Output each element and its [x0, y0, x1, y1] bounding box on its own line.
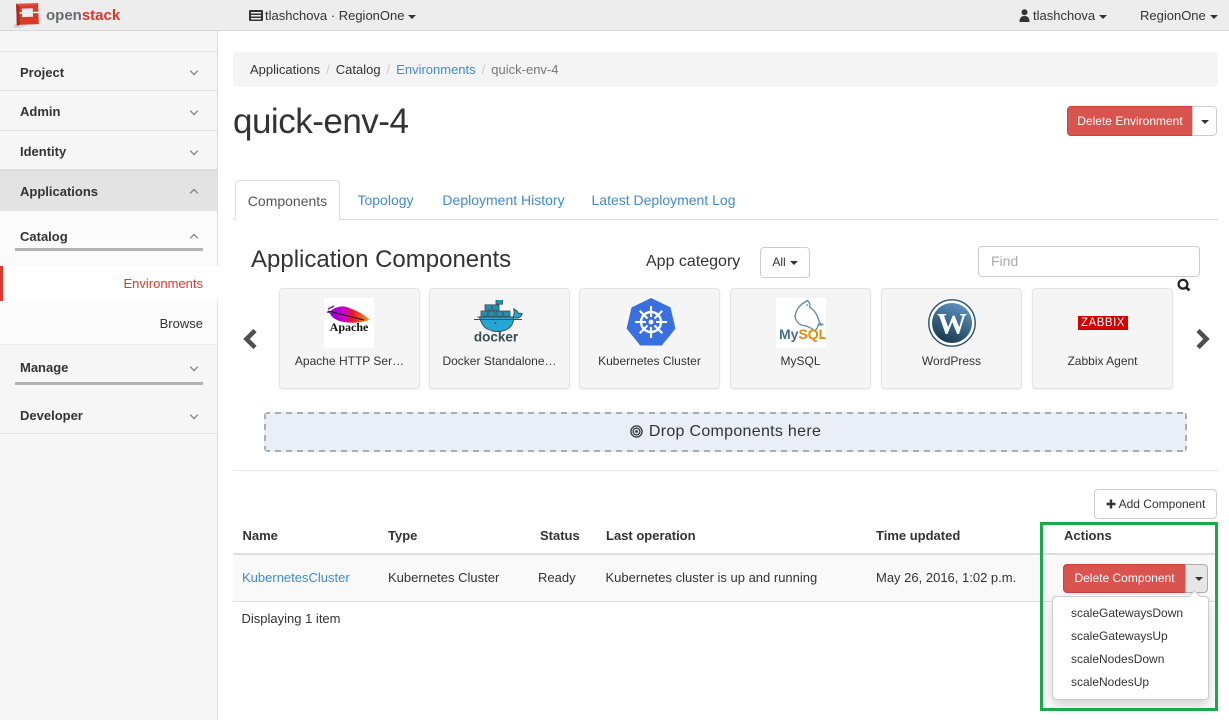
- svg-text:Apache: Apache: [330, 320, 369, 334]
- svg-text:W: W: [937, 308, 967, 341]
- svg-text:MySQL: MySQL: [779, 326, 826, 342]
- svg-text:docker: docker: [474, 330, 519, 344]
